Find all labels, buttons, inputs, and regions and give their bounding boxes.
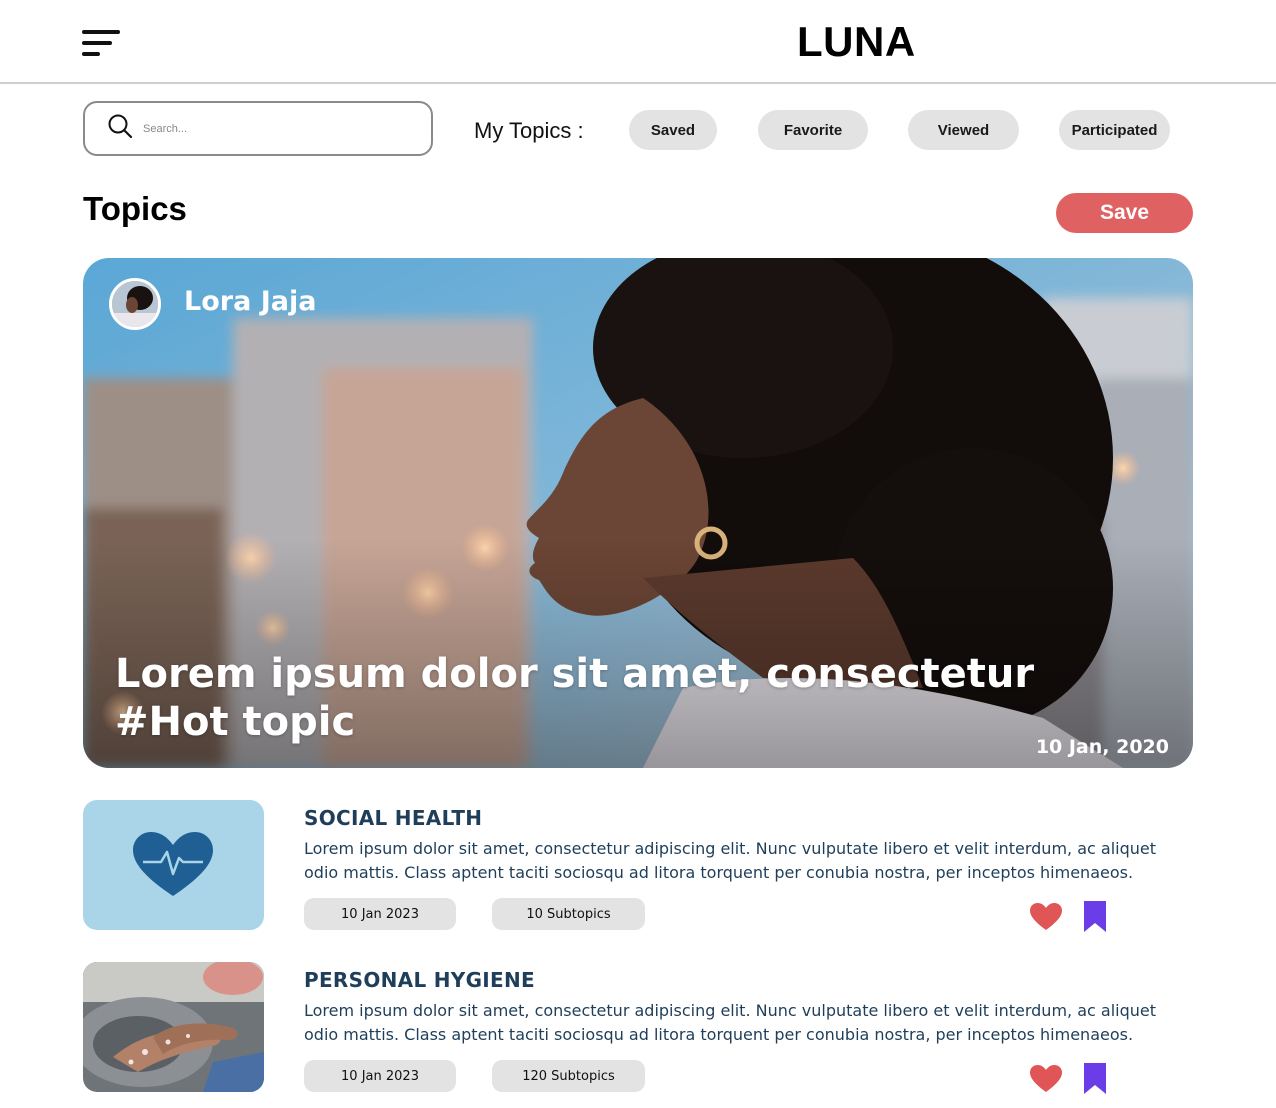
featured-topic-card[interactable]: Lora Jaja Lorem ipsum dolor sit amet, co… xyxy=(83,258,1193,768)
topic-description: Lorem ipsum dolor sit amet, consectetur … xyxy=(304,1001,1156,1044)
chip-participated[interactable]: Participated xyxy=(1059,110,1170,150)
headline-text: Lorem ipsum dolor sit amet, consectetur xyxy=(115,651,1035,697)
save-button[interactable]: Save xyxy=(1056,193,1193,233)
chip-viewed[interactable]: Viewed xyxy=(908,110,1019,150)
subtopics-badge[interactable]: 10 Subtopics xyxy=(492,898,645,930)
search-box[interactable] xyxy=(83,101,433,156)
author-name: Lora Jaja xyxy=(184,286,317,317)
hero-date: 10 Jan, 2020 xyxy=(1035,736,1169,758)
page-title: Topics xyxy=(83,190,187,227)
topic-thumbnail xyxy=(83,962,264,1092)
heart-icon[interactable] xyxy=(1029,902,1063,932)
avatar[interactable] xyxy=(109,278,161,330)
heart-icon[interactable] xyxy=(1029,1064,1063,1094)
subtopics-badge[interactable]: 120 Subtopics xyxy=(492,1060,645,1092)
search-input[interactable] xyxy=(143,122,403,135)
date-badge: 10 Jan 2023 xyxy=(304,898,456,930)
topic-description: Lorem ipsum dolor sit amet, consectetur … xyxy=(304,839,1156,882)
search-icon xyxy=(107,113,133,144)
chip-saved[interactable]: Saved xyxy=(629,110,717,150)
topic-title[interactable]: PERSONAL HYGIENE xyxy=(304,968,535,992)
topic-thumbnail xyxy=(83,800,264,930)
bookmark-icon[interactable] xyxy=(1083,900,1107,934)
top-bar: LUNA xyxy=(0,0,1276,84)
chip-favorite[interactable]: Favorite xyxy=(758,110,868,150)
bookmark-icon[interactable] xyxy=(1083,1062,1107,1096)
app-logo: LUNA xyxy=(797,18,916,65)
list-item[interactable]: SOCIAL HEALTH Lorem ipsum dolor sit amet… xyxy=(83,800,1193,932)
topic-title[interactable]: SOCIAL HEALTH xyxy=(304,806,482,830)
hot-topic-tag: #Hot topic xyxy=(115,699,356,745)
list-item[interactable]: PERSONAL HYGIENE Lorem ipsum dolor sit a… xyxy=(83,962,1193,1094)
date-badge: 10 Jan 2023 xyxy=(304,1060,456,1092)
hero-headline: Lorem ipsum dolor sit amet, consectetur … xyxy=(115,650,1095,746)
my-topics-label: My Topics : xyxy=(474,118,584,143)
menu-icon[interactable] xyxy=(80,26,124,62)
